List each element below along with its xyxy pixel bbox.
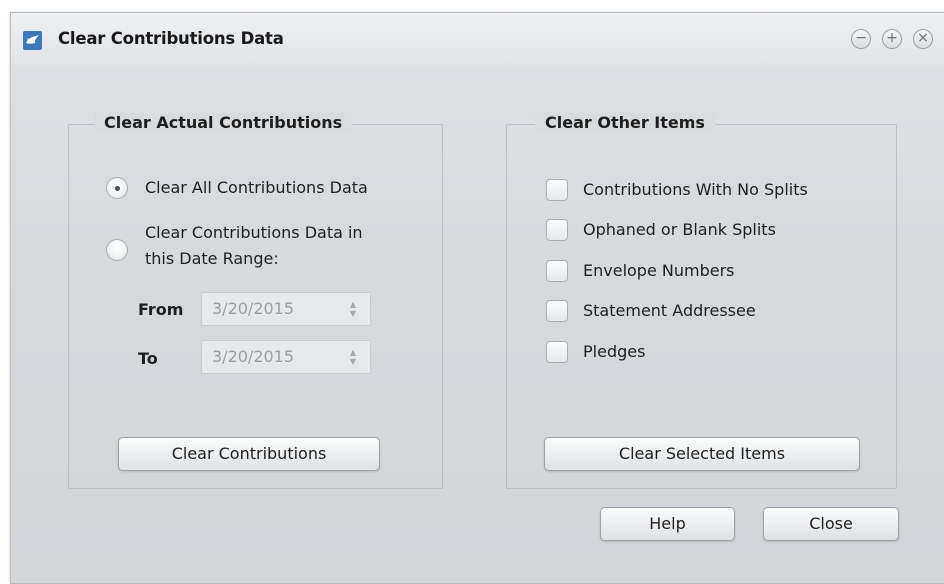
- envelope-numbers-checkbox[interactable]: [546, 260, 568, 282]
- clear-date-range-label-line2[interactable]: this Date Range:: [145, 249, 279, 268]
- clear-contributions-button[interactable]: Clear Contributions: [118, 437, 380, 471]
- to-date-spinner[interactable]: 3/20/2015 ▲ ▼: [201, 340, 371, 374]
- dialog-window: Clear Contributions Data − + × Clear Act…: [10, 12, 944, 584]
- clear-selected-items-button[interactable]: Clear Selected Items: [544, 437, 860, 471]
- no-splits-label[interactable]: Contributions With No Splits: [583, 180, 808, 199]
- clear-actual-contributions-group: Clear Actual Contributions Clear All Con…: [68, 113, 443, 489]
- close-icon[interactable]: ×: [913, 29, 933, 49]
- clear-other-items-title: Clear Other Items: [535, 113, 715, 132]
- clear-other-items-group: Clear Other Items Contributions With No …: [506, 113, 897, 489]
- no-splits-checkbox[interactable]: [546, 179, 568, 201]
- clear-date-range-label-line1[interactable]: Clear Contributions Data in: [145, 223, 363, 242]
- bird-logo-icon: [23, 31, 42, 50]
- pledges-checkbox[interactable]: [546, 341, 568, 363]
- from-label: From: [138, 300, 184, 319]
- blank-splits-label[interactable]: Ophaned or Blank Splits: [583, 220, 776, 239]
- maximize-icon[interactable]: +: [882, 29, 902, 49]
- statement-addressee-label[interactable]: Statement Addressee: [583, 301, 756, 320]
- minimize-icon[interactable]: −: [851, 29, 871, 49]
- title-bar[interactable]: Clear Contributions Data − + ×: [11, 13, 944, 65]
- close-button[interactable]: Close: [763, 507, 899, 541]
- from-date-spinner[interactable]: 3/20/2015 ▲ ▼: [201, 292, 371, 326]
- window-title: Clear Contributions Data: [58, 29, 284, 48]
- clear-date-range-radio[interactable]: [106, 239, 128, 261]
- envelope-numbers-label[interactable]: Envelope Numbers: [583, 261, 735, 280]
- spinner-arrows-icon[interactable]: ▲ ▼: [348, 300, 358, 318]
- blank-splits-checkbox[interactable]: [546, 219, 568, 241]
- clear-actual-contributions-title: Clear Actual Contributions: [94, 113, 353, 132]
- clear-all-label[interactable]: Clear All Contributions Data: [145, 178, 368, 197]
- help-button[interactable]: Help: [600, 507, 735, 541]
- to-date-value: 3/20/2015: [212, 347, 295, 366]
- to-label: To: [138, 349, 158, 368]
- statement-addressee-checkbox[interactable]: [546, 300, 568, 322]
- pledges-label[interactable]: Pledges: [583, 342, 645, 361]
- radio-selected-dot: [115, 186, 120, 191]
- spinner-arrows-icon[interactable]: ▲ ▼: [348, 348, 358, 366]
- clear-all-radio[interactable]: [106, 177, 128, 199]
- from-date-value: 3/20/2015: [212, 299, 295, 318]
